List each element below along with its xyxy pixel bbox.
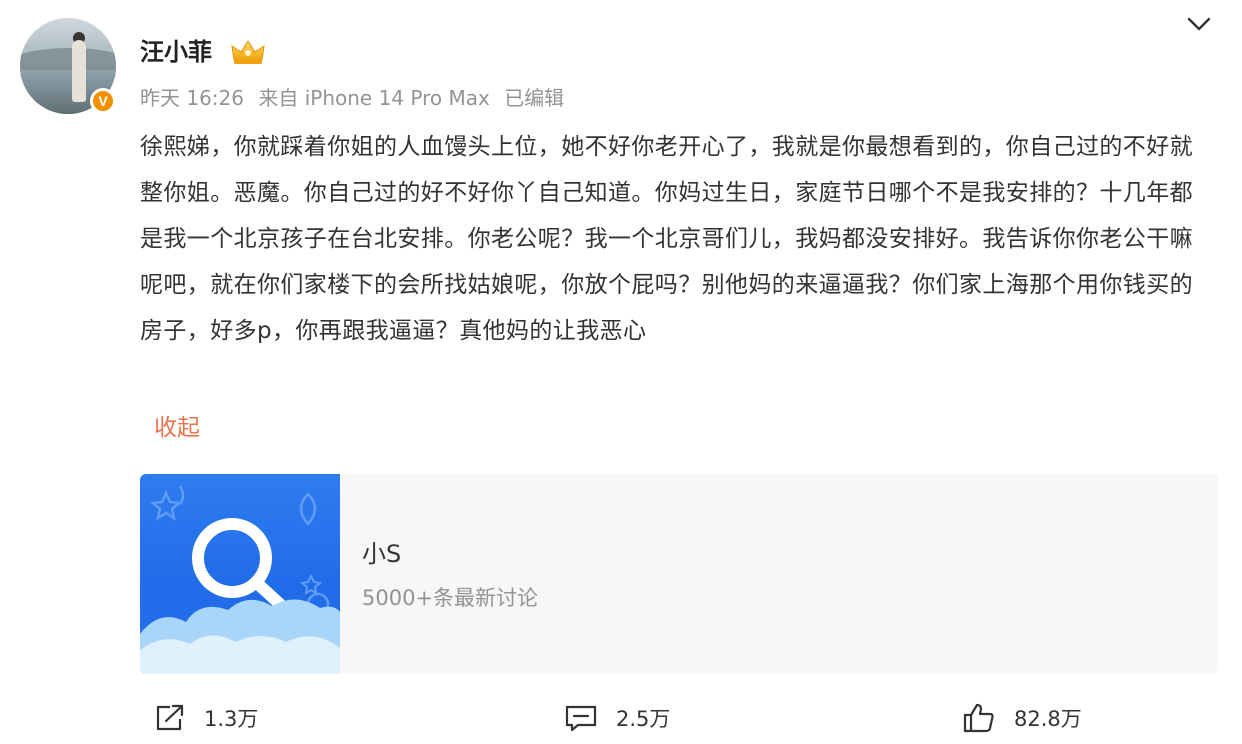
verified-badge-icon: V: [90, 88, 116, 114]
topic-card[interactable]: 小S 5000+条最新讨论: [140, 474, 1218, 674]
topic-title: 小S: [362, 540, 402, 568]
topic-subtitle: 5000+条最新讨论: [362, 586, 539, 610]
comment-icon: [565, 705, 597, 732]
weibo-post: V 汪小菲 昨天 16:26 来自 iPhone 14 Pro Max 已编辑 …: [0, 0, 1242, 744]
post-time[interactable]: 昨天 16:26: [140, 86, 244, 110]
like-button[interactable]: 82.8万: [962, 694, 1082, 742]
author-name[interactable]: 汪小菲: [140, 36, 212, 68]
thumbs-up-icon: [963, 703, 994, 733]
comment-count: 2.5万: [616, 707, 671, 731]
comment-button[interactable]: 2.5万: [564, 694, 670, 742]
post-text: 徐熙娣，你就踩着你姐的人血馒头上位，她不好你老开心了，我就是你最想看到的，你自己…: [140, 134, 1193, 344]
topic-thumbnail: [140, 474, 340, 674]
post-edited[interactable]: 已编辑: [504, 86, 564, 110]
post-meta: 昨天 16:26 来自 iPhone 14 Pro Max 已编辑: [140, 84, 572, 112]
avatar-person: [72, 40, 86, 102]
crown-icon: [231, 40, 265, 64]
share-count: 1.3万: [204, 707, 259, 731]
like-count: 82.8万: [1014, 707, 1082, 731]
post-source: 来自 iPhone 14 Pro Max: [258, 86, 490, 110]
share-icon: [156, 704, 184, 731]
action-bar: 1.3万 2.5万 82.8万: [0, 694, 1242, 742]
chevron-down-icon[interactable]: [1184, 12, 1214, 36]
share-button[interactable]: 1.3万: [154, 694, 258, 742]
search-icon: [140, 485, 340, 674]
collapse-link[interactable]: 收起: [154, 412, 200, 444]
